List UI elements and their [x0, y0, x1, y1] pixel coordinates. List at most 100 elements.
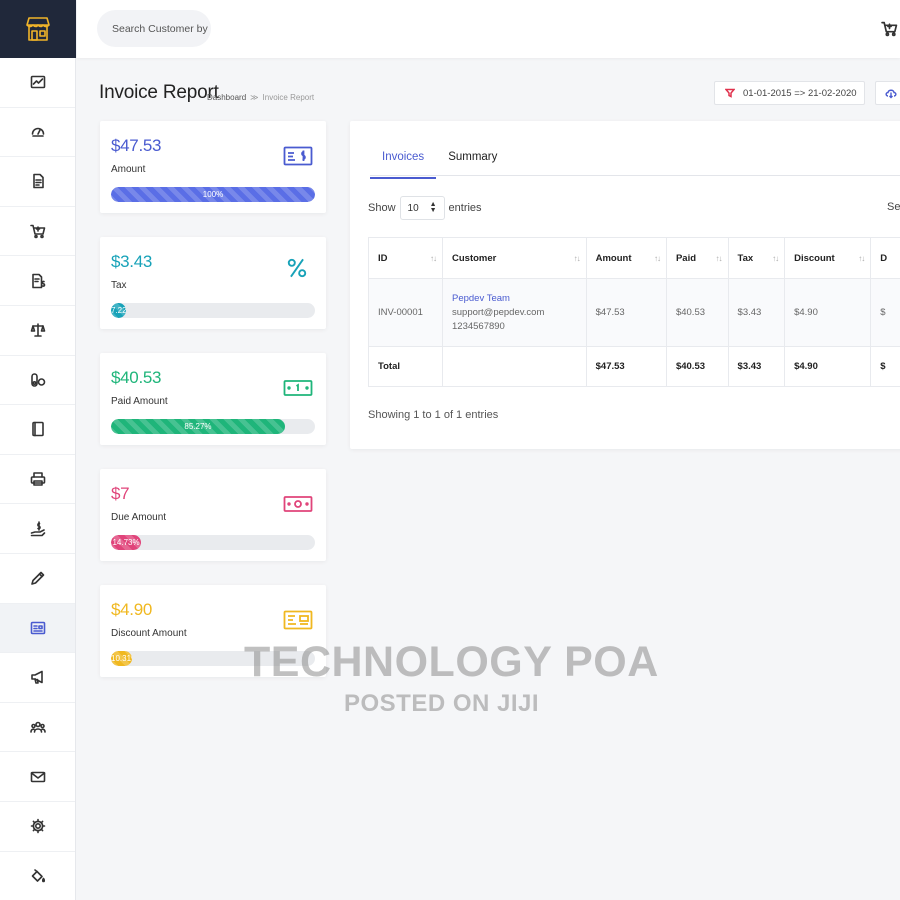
- table-header-row: ID ↑↓ Customer ↑↓ Amount ↑↓ Paid ↑↓ Tax ↑↓ Di…: [368, 237, 900, 279]
- export-button[interactable]: [875, 81, 900, 105]
- column-header-due[interactable]: D: [870, 237, 900, 279]
- breadcrumb-separator: ≫: [250, 93, 259, 102]
- date-range-text: 01-01-2015 => 21-02-2020: [743, 87, 857, 99]
- sidebar-item-sales[interactable]: [0, 207, 75, 257]
- stat-label: Paid Amount: [111, 396, 168, 407]
- select-arrows-icon: ▲ ▼: [429, 201, 437, 214]
- sidebar-item-theme[interactable]: [0, 852, 75, 900]
- cart-icon: [881, 21, 898, 37]
- stat-label: Due Amount: [111, 512, 167, 523]
- sidebar-item-marketing[interactable]: [0, 653, 75, 703]
- total-paid: $40.53: [665, 346, 729, 387]
- sidebar-item-dashboard[interactable]: [0, 108, 75, 158]
- printer-icon: [30, 472, 45, 486]
- table-info: Showing 1 to 1 of 1 entries: [368, 409, 499, 421]
- topbar: Search Customer by: [77, 0, 900, 58]
- invoice-table: ID ↑↓ Customer ↑↓ Amount ↑↓ Paid ↑↓ Tax ↑↓ Di…: [368, 237, 900, 387]
- customer-email: support@pepdev.com: [452, 306, 545, 318]
- sidebar-item-invoices[interactable]: [0, 256, 75, 306]
- column-header-paid[interactable]: Paid ↑↓: [665, 237, 729, 279]
- store-icon: [26, 17, 50, 41]
- column-header-customer[interactable]: Customer ↑↓: [442, 237, 587, 279]
- sidebar-item-documents[interactable]: [0, 157, 75, 207]
- sidebar-item-charts[interactable]: [0, 58, 75, 108]
- date-range-filter[interactable]: 01-01-2015 => 21-02-2020: [714, 81, 865, 105]
- cash-icon: [283, 377, 313, 404]
- total-label: Total: [368, 346, 443, 387]
- column-header-id[interactable]: ID ↑↓: [368, 237, 443, 279]
- stat-label: Amount: [111, 164, 146, 175]
- page-title: Invoice Report: [99, 82, 219, 103]
- money-icon: [283, 493, 313, 520]
- total-tax: $3.43: [727, 346, 786, 387]
- tab-divider: [370, 175, 900, 176]
- sidebar-item-accounting[interactable]: [0, 306, 75, 356]
- column-header-tax[interactable]: Tax ↑↓: [727, 237, 786, 279]
- megaphone-icon: [30, 671, 43, 685]
- stat-progress-fill: 85.27%: [111, 419, 285, 434]
- customer-phone: 1234567890: [452, 320, 505, 332]
- column-header-amount[interactable]: Amount ↑↓: [585, 237, 667, 279]
- sidebar-item-users[interactable]: [0, 703, 75, 753]
- stat-progress-fill: 7.22: [111, 303, 126, 318]
- stat-card-amount: $47.53 Amount 100%: [100, 121, 326, 213]
- cell-customer: Pepdev Team support@pepdev.com 123456789…: [442, 278, 587, 347]
- total-customer-empty: [442, 346, 587, 387]
- dashboard-gauge-icon: [31, 127, 44, 137]
- entries-label: entries: [448, 202, 482, 214]
- stat-label: Discount Amount: [111, 628, 187, 639]
- stat-value: $40.53: [111, 368, 162, 387]
- stat-progress-bar: 85.27%: [111, 419, 315, 434]
- breadcrumb-current: Invoice Report: [262, 93, 315, 102]
- stat-progress-bar: 100%: [111, 187, 315, 202]
- stat-progress-bar: 14.73%: [111, 535, 315, 550]
- breadcrumb-home[interactable]: Dashboard: [207, 93, 246, 102]
- table-total-row: Total $47.53 $40.53 $3.43 $4.90 $: [368, 346, 900, 387]
- customer-search-input[interactable]: Search Customer by: [97, 10, 211, 47]
- toggle-icon: [30, 373, 45, 387]
- invoice-table-panel: Invoices Summary Show 10 ▲ ▼ entries Se I…: [350, 121, 900, 449]
- stat-card-paid: $40.53 Paid Amount 85.27%: [100, 353, 326, 445]
- sort-icon: ↑↓: [573, 254, 581, 263]
- entries-select-value: 10: [407, 202, 419, 214]
- table-search-label: Se: [887, 201, 900, 213]
- cell-discount: $4.90: [784, 278, 872, 347]
- stat-value: $7: [111, 484, 130, 503]
- cell-due: $: [870, 278, 900, 347]
- sidebar-item-messages[interactable]: [0, 752, 75, 802]
- users-icon: [29, 721, 46, 733]
- book-icon: [31, 422, 44, 437]
- entries-select[interactable]: 10 ▲ ▼: [399, 196, 445, 220]
- cloud-download-icon: [885, 89, 897, 99]
- sidebar-item-edit[interactable]: [0, 554, 75, 604]
- customer-name-link[interactable]: Pepdev Team: [452, 292, 577, 306]
- show-label: Show: [368, 202, 396, 214]
- coupon-icon: [283, 609, 313, 636]
- stat-progress-fill: 10.31%: [111, 651, 133, 666]
- stat-value: $4.90: [111, 600, 153, 619]
- sidebar-item-print[interactable]: [0, 455, 75, 505]
- table-row[interactable]: INV-00001 Pepdev Team support@pepdev.com…: [368, 278, 900, 347]
- sidebar-item-reports[interactable]: [0, 603, 75, 654]
- cart-button[interactable]: [881, 20, 898, 42]
- scale-icon: [30, 323, 45, 338]
- store-logo[interactable]: [0, 0, 76, 58]
- watermark-line-2: POSTED ON JIJI: [344, 690, 540, 717]
- stat-card-due: $7 Due Amount 14.73%: [100, 469, 326, 561]
- sidebar-item-books[interactable]: [0, 405, 75, 455]
- breadcrumb: Dashboard ≫ Invoice Report: [207, 93, 314, 102]
- sidebar: [0, 0, 76, 900]
- sidebar-item-payments[interactable]: [0, 504, 75, 554]
- column-header-discount[interactable]: Discount ↑↓: [784, 237, 872, 279]
- stat-label: Tax: [111, 280, 127, 291]
- sidebar-item-settings-toggle[interactable]: [0, 356, 75, 406]
- stat-value: $47.53: [111, 136, 162, 155]
- stat-progress-fill: 14.73%: [111, 535, 142, 550]
- sort-icon: ↑↓: [715, 254, 723, 263]
- entries-control: Show 10 ▲ ▼ entries: [368, 196, 482, 220]
- mail-icon: [30, 771, 45, 782]
- invoice-dollar-icon: [31, 273, 45, 288]
- stat-value: $3.43: [111, 252, 153, 271]
- sidebar-item-settings[interactable]: [0, 802, 75, 852]
- stat-card-tax: $3.43 Tax 7.22: [100, 237, 326, 329]
